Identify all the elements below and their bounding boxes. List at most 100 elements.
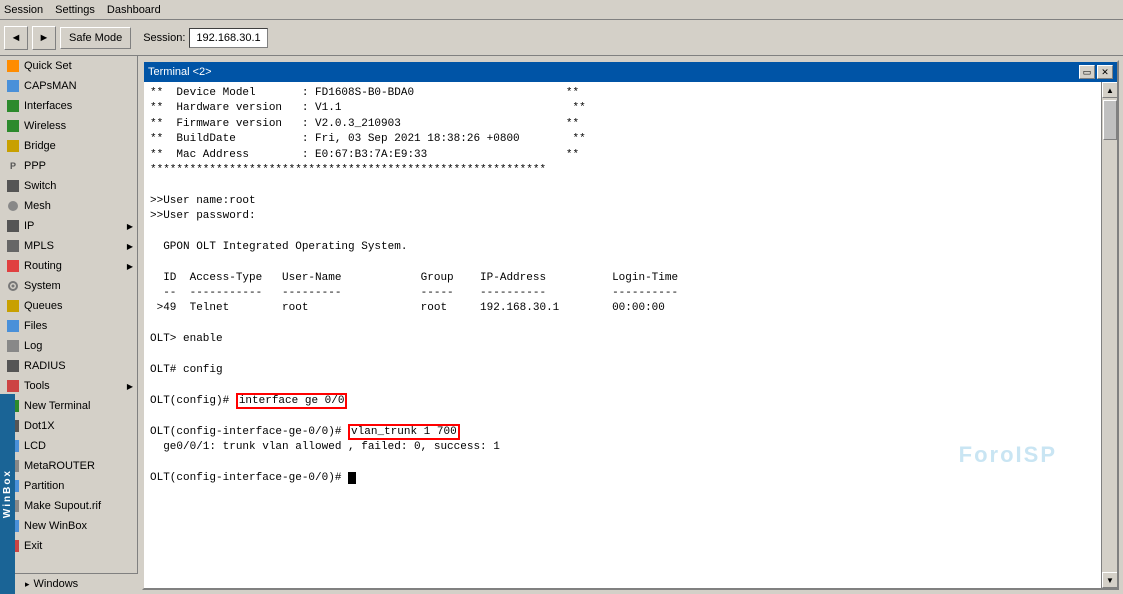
sidebar-item-label-makesupout: Make Supout.rif (24, 500, 101, 512)
terminal-body[interactable]: ** Device Model : FD1608S-B0-BDA0 ** ** … (144, 82, 1101, 588)
sidebar-item-label-tools: Tools (24, 380, 50, 392)
sidebar-item-mpls[interactable]: MPLS (0, 236, 137, 256)
sidebar-item-label-quickset: Quick Set (24, 60, 72, 72)
sidebar-item-label-routing: Routing (24, 260, 62, 272)
quickset-icon (6, 59, 20, 73)
mesh-icon (6, 199, 20, 213)
sidebar-item-label-dot1x: Dot1X (24, 420, 55, 432)
sidebar-item-label-log: Log (24, 340, 42, 352)
sidebar-item-label-mesh: Mesh (24, 200, 51, 212)
sidebar-item-makesupout[interactable]: Make Supout.rif (0, 496, 137, 516)
radius-icon (6, 359, 20, 373)
safe-mode-button[interactable]: Safe Mode (60, 27, 131, 49)
sidebar-item-label-wireless: Wireless (24, 120, 66, 132)
cursor (348, 472, 356, 484)
sidebar-item-tools[interactable]: Tools (0, 376, 137, 396)
ip-icon (6, 219, 20, 233)
sidebar-item-label-exit: Exit (24, 540, 42, 552)
sidebar-item-log[interactable]: Log (0, 336, 137, 356)
sidebar-item-capsman[interactable]: CAPsMAN (0, 76, 137, 96)
windows-icon: ▸ (25, 579, 30, 590)
sidebar-item-system[interactable]: System (0, 276, 137, 296)
sidebar-item-lcd[interactable]: LCD (0, 436, 137, 456)
sidebar-item-exit[interactable]: Exit (0, 536, 137, 556)
mpls-icon (6, 239, 20, 253)
sidebar-item-mesh[interactable]: Mesh (0, 196, 137, 216)
main-layout: Quick Set CAPsMAN Interfaces Wireless Bridge… (0, 56, 1123, 594)
sidebar-item-newterminal[interactable]: New Terminal (0, 396, 137, 416)
sidebar-item-switch[interactable]: Switch (0, 176, 137, 196)
sidebar-item-wireless[interactable]: Wireless (0, 116, 137, 136)
sidebar-item-label-capsman: CAPsMAN (24, 80, 77, 92)
switch-icon (6, 179, 20, 193)
interfaces-icon (6, 99, 20, 113)
session-value: 192.168.30.1 (189, 28, 267, 48)
scroll-down-button[interactable]: ▼ (1102, 572, 1117, 588)
sidebar-item-metarouter[interactable]: MetaROUTER (0, 456, 137, 476)
toolbar: ◄ ► Safe Mode Session: 192.168.30.1 (0, 20, 1123, 56)
sidebar-item-label-bridge: Bridge (24, 140, 56, 152)
sidebar-item-label-files: Files (24, 320, 47, 332)
sidebar-item-bridge[interactable]: Bridge (0, 136, 137, 156)
windows-bar: ▸ Windows (15, 573, 138, 594)
sidebar-item-label-mpls: MPLS (24, 240, 54, 252)
terminal-controls: ▭ ✕ (1079, 65, 1113, 79)
scroll-up-button[interactable]: ▲ (1102, 82, 1117, 98)
terminal-scrollbar[interactable]: ▲ ▼ (1101, 82, 1117, 588)
menu-bar: Session Settings Dashboard (0, 0, 1123, 20)
menu-session[interactable]: Session (4, 4, 43, 16)
tools-icon (6, 379, 20, 393)
forward-button[interactable]: ► (32, 26, 56, 50)
sidebar-item-queues[interactable]: Queues (0, 296, 137, 316)
queues-icon (6, 299, 20, 313)
menu-settings[interactable]: Settings (55, 4, 95, 16)
sidebar-item-label-radius: RADIUS (24, 360, 66, 372)
windows-label: Windows (34, 578, 79, 590)
sidebar-item-label-switch: Switch (24, 180, 56, 192)
sidebar-item-interfaces[interactable]: Interfaces (0, 96, 137, 116)
sidebar-item-dot1x[interactable]: Dot1X (0, 416, 137, 436)
capsman-icon (6, 79, 20, 93)
log-icon (6, 339, 20, 353)
bridge-icon (6, 139, 20, 153)
scroll-track (1102, 98, 1117, 572)
close-button[interactable]: ✕ (1097, 65, 1113, 79)
terminal-titlebar: Terminal <2> ▭ ✕ (144, 62, 1117, 82)
sidebar-item-label-system: System (24, 280, 61, 292)
winbox-label: WinBox (2, 469, 13, 518)
sidebar-item-radius[interactable]: RADIUS (0, 356, 137, 376)
sidebar-item-label-lcd: LCD (24, 440, 46, 452)
terminal-window: Terminal <2> ▭ ✕ ** Device Model : FD160… (142, 60, 1119, 590)
ppp-icon: P (6, 159, 20, 173)
system-icon (6, 279, 20, 293)
sidebar-item-label-newwinbox: New WinBox (24, 520, 87, 532)
sidebar-item-partition[interactable]: Partition (0, 476, 137, 496)
session-label: Session: (143, 32, 185, 44)
sidebar-item-label-interfaces: Interfaces (24, 100, 72, 112)
sidebar-item-ip[interactable]: IP (0, 216, 137, 236)
sidebar-item-routing[interactable]: Routing (0, 256, 137, 276)
routing-icon (6, 259, 20, 273)
sidebar-item-label-queues: Queues (24, 300, 63, 312)
sidebar-item-quickset[interactable]: Quick Set (0, 56, 137, 76)
content-area: Terminal <2> ▭ ✕ ** Device Model : FD160… (138, 56, 1123, 594)
sidebar-item-label-newterminal: New Terminal (24, 400, 90, 412)
sidebar-item-label-ip: IP (24, 220, 34, 232)
restore-button[interactable]: ▭ (1079, 65, 1095, 79)
files-icon (6, 319, 20, 333)
terminal-title: Terminal <2> (148, 66, 212, 78)
windows-item[interactable]: ▸ Windows (19, 576, 134, 592)
sidebar-item-newwinbox[interactable]: New WinBox (0, 516, 137, 536)
menu-dashboard[interactable]: Dashboard (107, 4, 161, 16)
back-button[interactable]: ◄ (4, 26, 28, 50)
sidebar: Quick Set CAPsMAN Interfaces Wireless Bridge… (0, 56, 138, 594)
sidebar-item-ppp[interactable]: PPPP (0, 156, 137, 176)
terminal-content-wrapper: ** Device Model : FD1608S-B0-BDA0 ** ** … (144, 82, 1117, 588)
wireless-icon (6, 119, 20, 133)
sidebar-item-files[interactable]: Files (0, 316, 137, 336)
scroll-thumb[interactable] (1103, 100, 1117, 140)
sidebar-item-label-ppp: PPP (24, 160, 46, 172)
sidebar-item-label-partition: Partition (24, 480, 64, 492)
cmd-highlight-1: interface ge 0/0 (236, 393, 348, 409)
sidebar-item-label-metarouter: MetaROUTER (24, 460, 95, 472)
